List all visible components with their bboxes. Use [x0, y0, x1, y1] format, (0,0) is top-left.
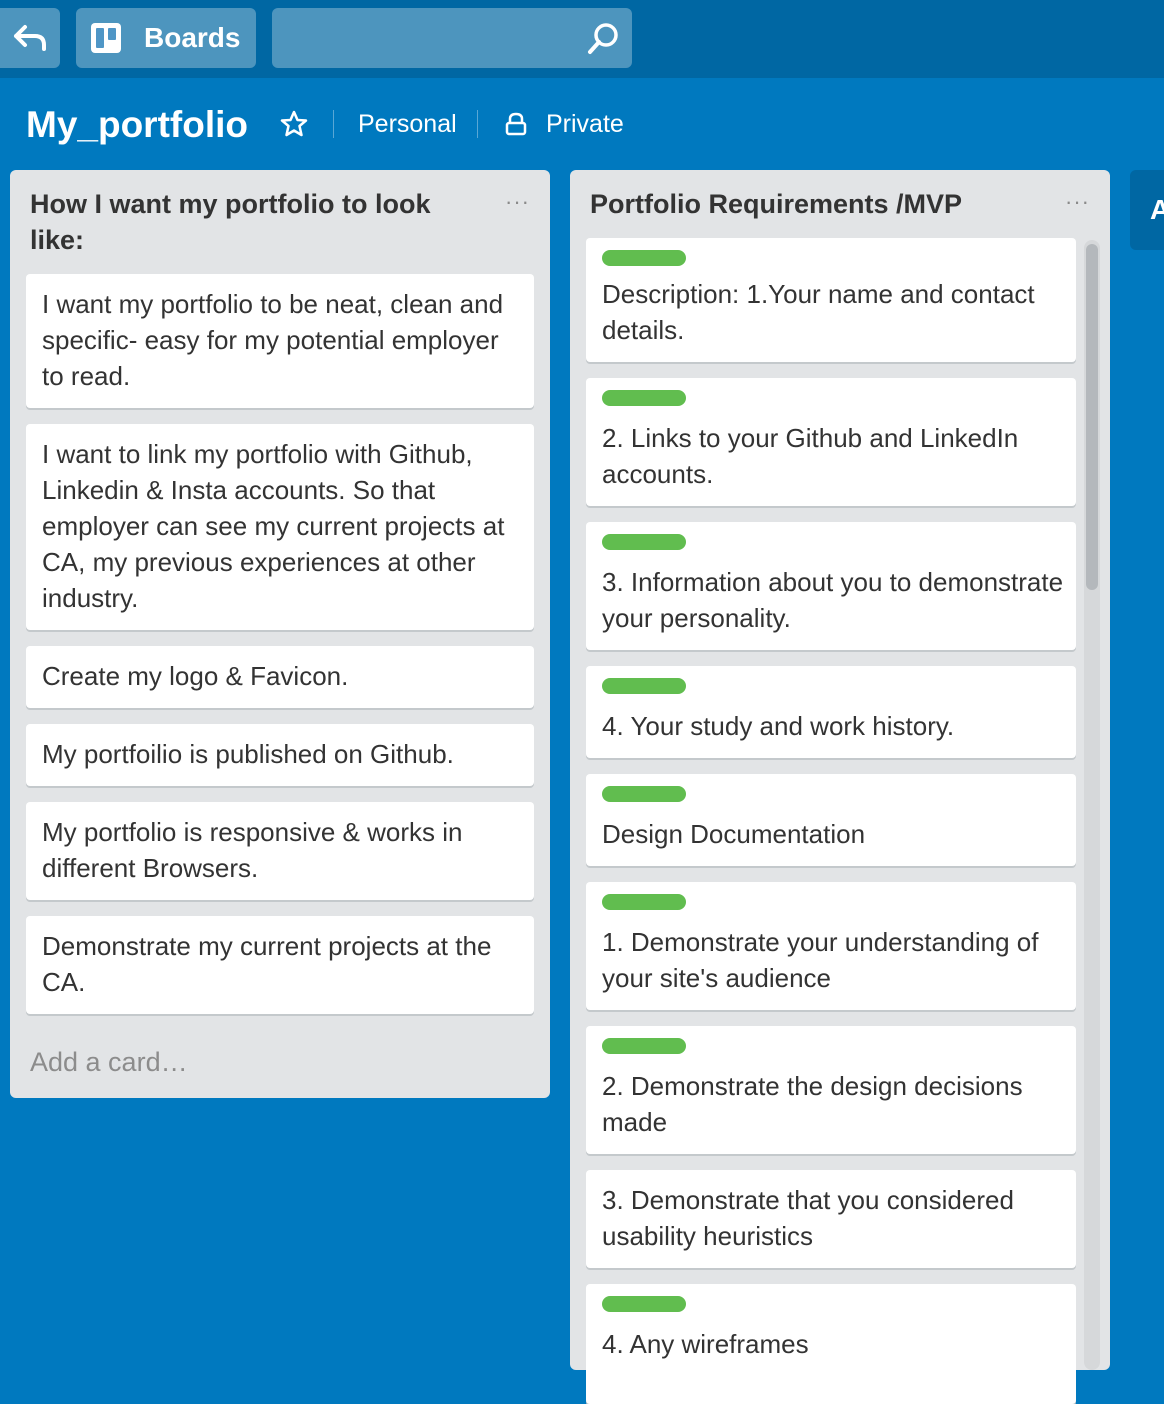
visibility-link[interactable]: Private — [546, 108, 624, 140]
list-title: A — [1150, 194, 1164, 225]
card-text: My portfoilio is published on Github. — [42, 739, 454, 769]
list-menu-icon[interactable]: ··· — [1065, 190, 1090, 214]
card-text: 2. Links to your Github and LinkedIn acc… — [602, 423, 1019, 489]
list-scrollbar[interactable] — [1084, 240, 1100, 1370]
card-text: 3. Information about you to demonstrate … — [602, 567, 1064, 633]
card-text: Create my logo & Favicon. — [42, 661, 349, 691]
star-icon[interactable] — [280, 110, 308, 138]
card-text: 3. Demonstrate that you considered usabi… — [602, 1185, 1014, 1251]
card[interactable]: Create my logo & Favicon. — [26, 646, 534, 708]
card-text: My portfolio is responsive & works in di… — [42, 817, 463, 883]
card[interactable]: 3. Information about you to demonstrate … — [586, 522, 1076, 650]
card-text: I want my portfolio to be neat, clean an… — [42, 289, 504, 391]
list-title[interactable]: How I want my portfolio to look like: — [30, 186, 490, 258]
card-text: Design Documentation — [602, 819, 866, 849]
card-text: 4. Any wireframes — [602, 1329, 809, 1359]
search-input[interactable] — [272, 8, 604, 68]
list-menu-icon[interactable]: ··· — [505, 190, 530, 214]
boards-label: Boards — [144, 22, 241, 53]
green-label[interactable] — [602, 1296, 686, 1312]
card[interactable]: Demonstrate my current projects at the C… — [26, 916, 534, 1014]
green-label[interactable] — [602, 250, 686, 266]
green-label[interactable] — [602, 678, 686, 694]
card[interactable]: 4. Your study and work history. — [586, 666, 1076, 758]
card-text: Description: 1.Your name and contact det… — [602, 279, 1035, 345]
board-title[interactable]: My_portfolio — [26, 102, 248, 148]
team-link[interactable]: Personal — [358, 108, 457, 140]
search-icon[interactable] — [586, 22, 620, 56]
card[interactable]: Design Documentation — [586, 774, 1076, 866]
search-bar[interactable] — [272, 8, 632, 68]
lock-icon — [505, 112, 527, 136]
green-label[interactable] — [602, 390, 686, 406]
card[interactable]: I want my portfolio to be neat, clean an… — [26, 274, 534, 408]
scrollbar-thumb[interactable] — [1086, 244, 1098, 590]
boards-icon — [90, 22, 122, 54]
back-button[interactable] — [0, 8, 60, 68]
boards-button[interactable]: Boards — [76, 8, 256, 68]
list: How I want my portfolio to look like: ··… — [10, 170, 550, 1098]
green-label[interactable] — [602, 534, 686, 550]
header-divider — [333, 110, 334, 138]
card[interactable]: 2. Links to your Github and LinkedIn acc… — [586, 378, 1076, 506]
card-text: I want to link my portfolio with Github,… — [42, 439, 505, 613]
back-arrow-icon — [14, 25, 46, 51]
list: Portfolio Requirements /MVP ··· Descript… — [570, 170, 1110, 1404]
card[interactable]: My portfolio is responsive & works in di… — [26, 802, 534, 900]
green-label[interactable] — [602, 1038, 686, 1054]
green-label[interactable] — [602, 786, 686, 802]
card[interactable]: 1. Demonstrate your understanding of you… — [586, 882, 1076, 1010]
card[interactable]: 3. Demonstrate that you considered usabi… — [586, 1170, 1076, 1268]
top-header: Boards — [0, 0, 1164, 78]
card-text: 4. Your study and work history. — [602, 711, 955, 741]
add-card-button[interactable]: Add a card… — [30, 1044, 188, 1080]
card[interactable]: 4. Any wireframes — [586, 1284, 1076, 1404]
list[interactable]: A — [1130, 170, 1164, 250]
card[interactable]: My portfoilio is published on Github. — [26, 724, 534, 786]
card-text: 1. Demonstrate your understanding of you… — [602, 927, 1039, 993]
green-label[interactable] — [602, 894, 686, 910]
list-title[interactable]: Portfolio Requirements /MVP — [590, 186, 1050, 222]
card-text: 2. Demonstrate the design decisions made — [602, 1071, 1023, 1137]
card[interactable]: I want to link my portfolio with Github,… — [26, 424, 534, 630]
card[interactable]: 2. Demonstrate the design decisions made — [586, 1026, 1076, 1154]
header-divider — [477, 110, 478, 138]
card-text: Demonstrate my current projects at the C… — [42, 931, 492, 997]
card[interactable]: Description: 1.Your name and contact det… — [586, 238, 1076, 362]
